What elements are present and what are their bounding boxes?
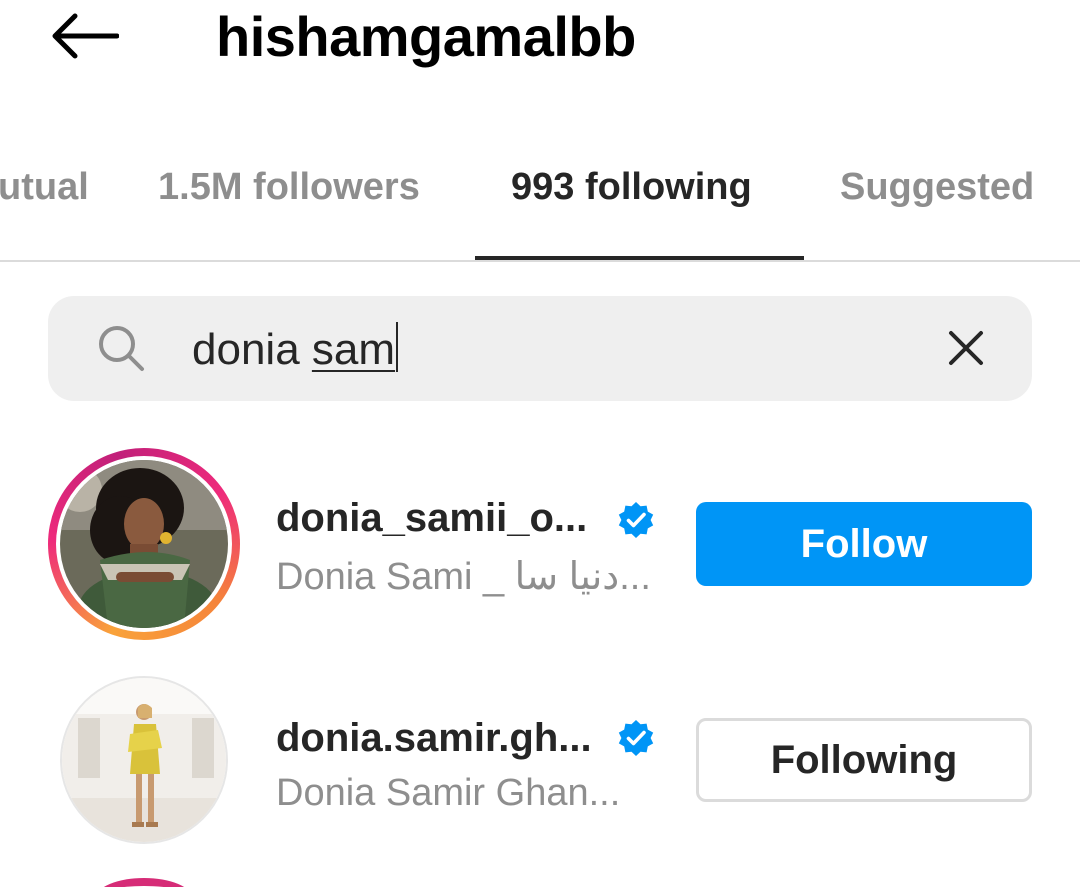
active-tab-indicator bbox=[475, 256, 804, 260]
tab-mutual[interactable]: utual bbox=[0, 166, 89, 209]
list-item[interactable]: donia.samir.gh... Donia Samir Ghan... Fo… bbox=[0, 668, 1080, 868]
following-button[interactable]: Following bbox=[696, 718, 1032, 802]
follow-button[interactable]: Follow bbox=[696, 502, 1032, 586]
back-button[interactable] bbox=[46, 6, 122, 66]
username[interactable]: donia.samir.gh... bbox=[276, 716, 592, 761]
tab-following[interactable]: 993 following bbox=[511, 166, 752, 209]
search-text-committed: donia bbox=[192, 325, 312, 374]
search-text-composing: sam bbox=[311, 325, 396, 374]
text-caret bbox=[396, 322, 399, 372]
full-name: Donia Samir Ghan... bbox=[276, 772, 621, 814]
username[interactable]: donia_samii_o... bbox=[276, 496, 587, 541]
search-icon bbox=[99, 326, 144, 371]
page-title: hishamgamalbb bbox=[216, 5, 636, 68]
top-bar: hishamgamalbb bbox=[0, 0, 1080, 80]
clear-search-button[interactable] bbox=[938, 320, 994, 376]
verified-badge-icon bbox=[618, 502, 654, 538]
avatar[interactable] bbox=[60, 676, 228, 844]
search-input[interactable]: donia sam bbox=[192, 322, 399, 375]
list-item[interactable]: donia_samii_o... Donia Sami _ دنيا سا...… bbox=[0, 446, 1080, 646]
tab-suggested[interactable]: Suggested bbox=[840, 166, 1034, 209]
tab-bar: utual 1.5M followers 993 following Sugge… bbox=[0, 140, 1080, 262]
avatar[interactable] bbox=[60, 460, 228, 628]
arrow-left-icon bbox=[52, 13, 119, 59]
verified-badge-icon bbox=[618, 720, 654, 756]
next-avatar-story-ring[interactable] bbox=[96, 878, 192, 887]
full-name: Donia Sami _ دنيا سا... bbox=[276, 556, 651, 598]
tab-followers[interactable]: 1.5M followers bbox=[158, 166, 420, 209]
close-icon bbox=[949, 331, 983, 365]
